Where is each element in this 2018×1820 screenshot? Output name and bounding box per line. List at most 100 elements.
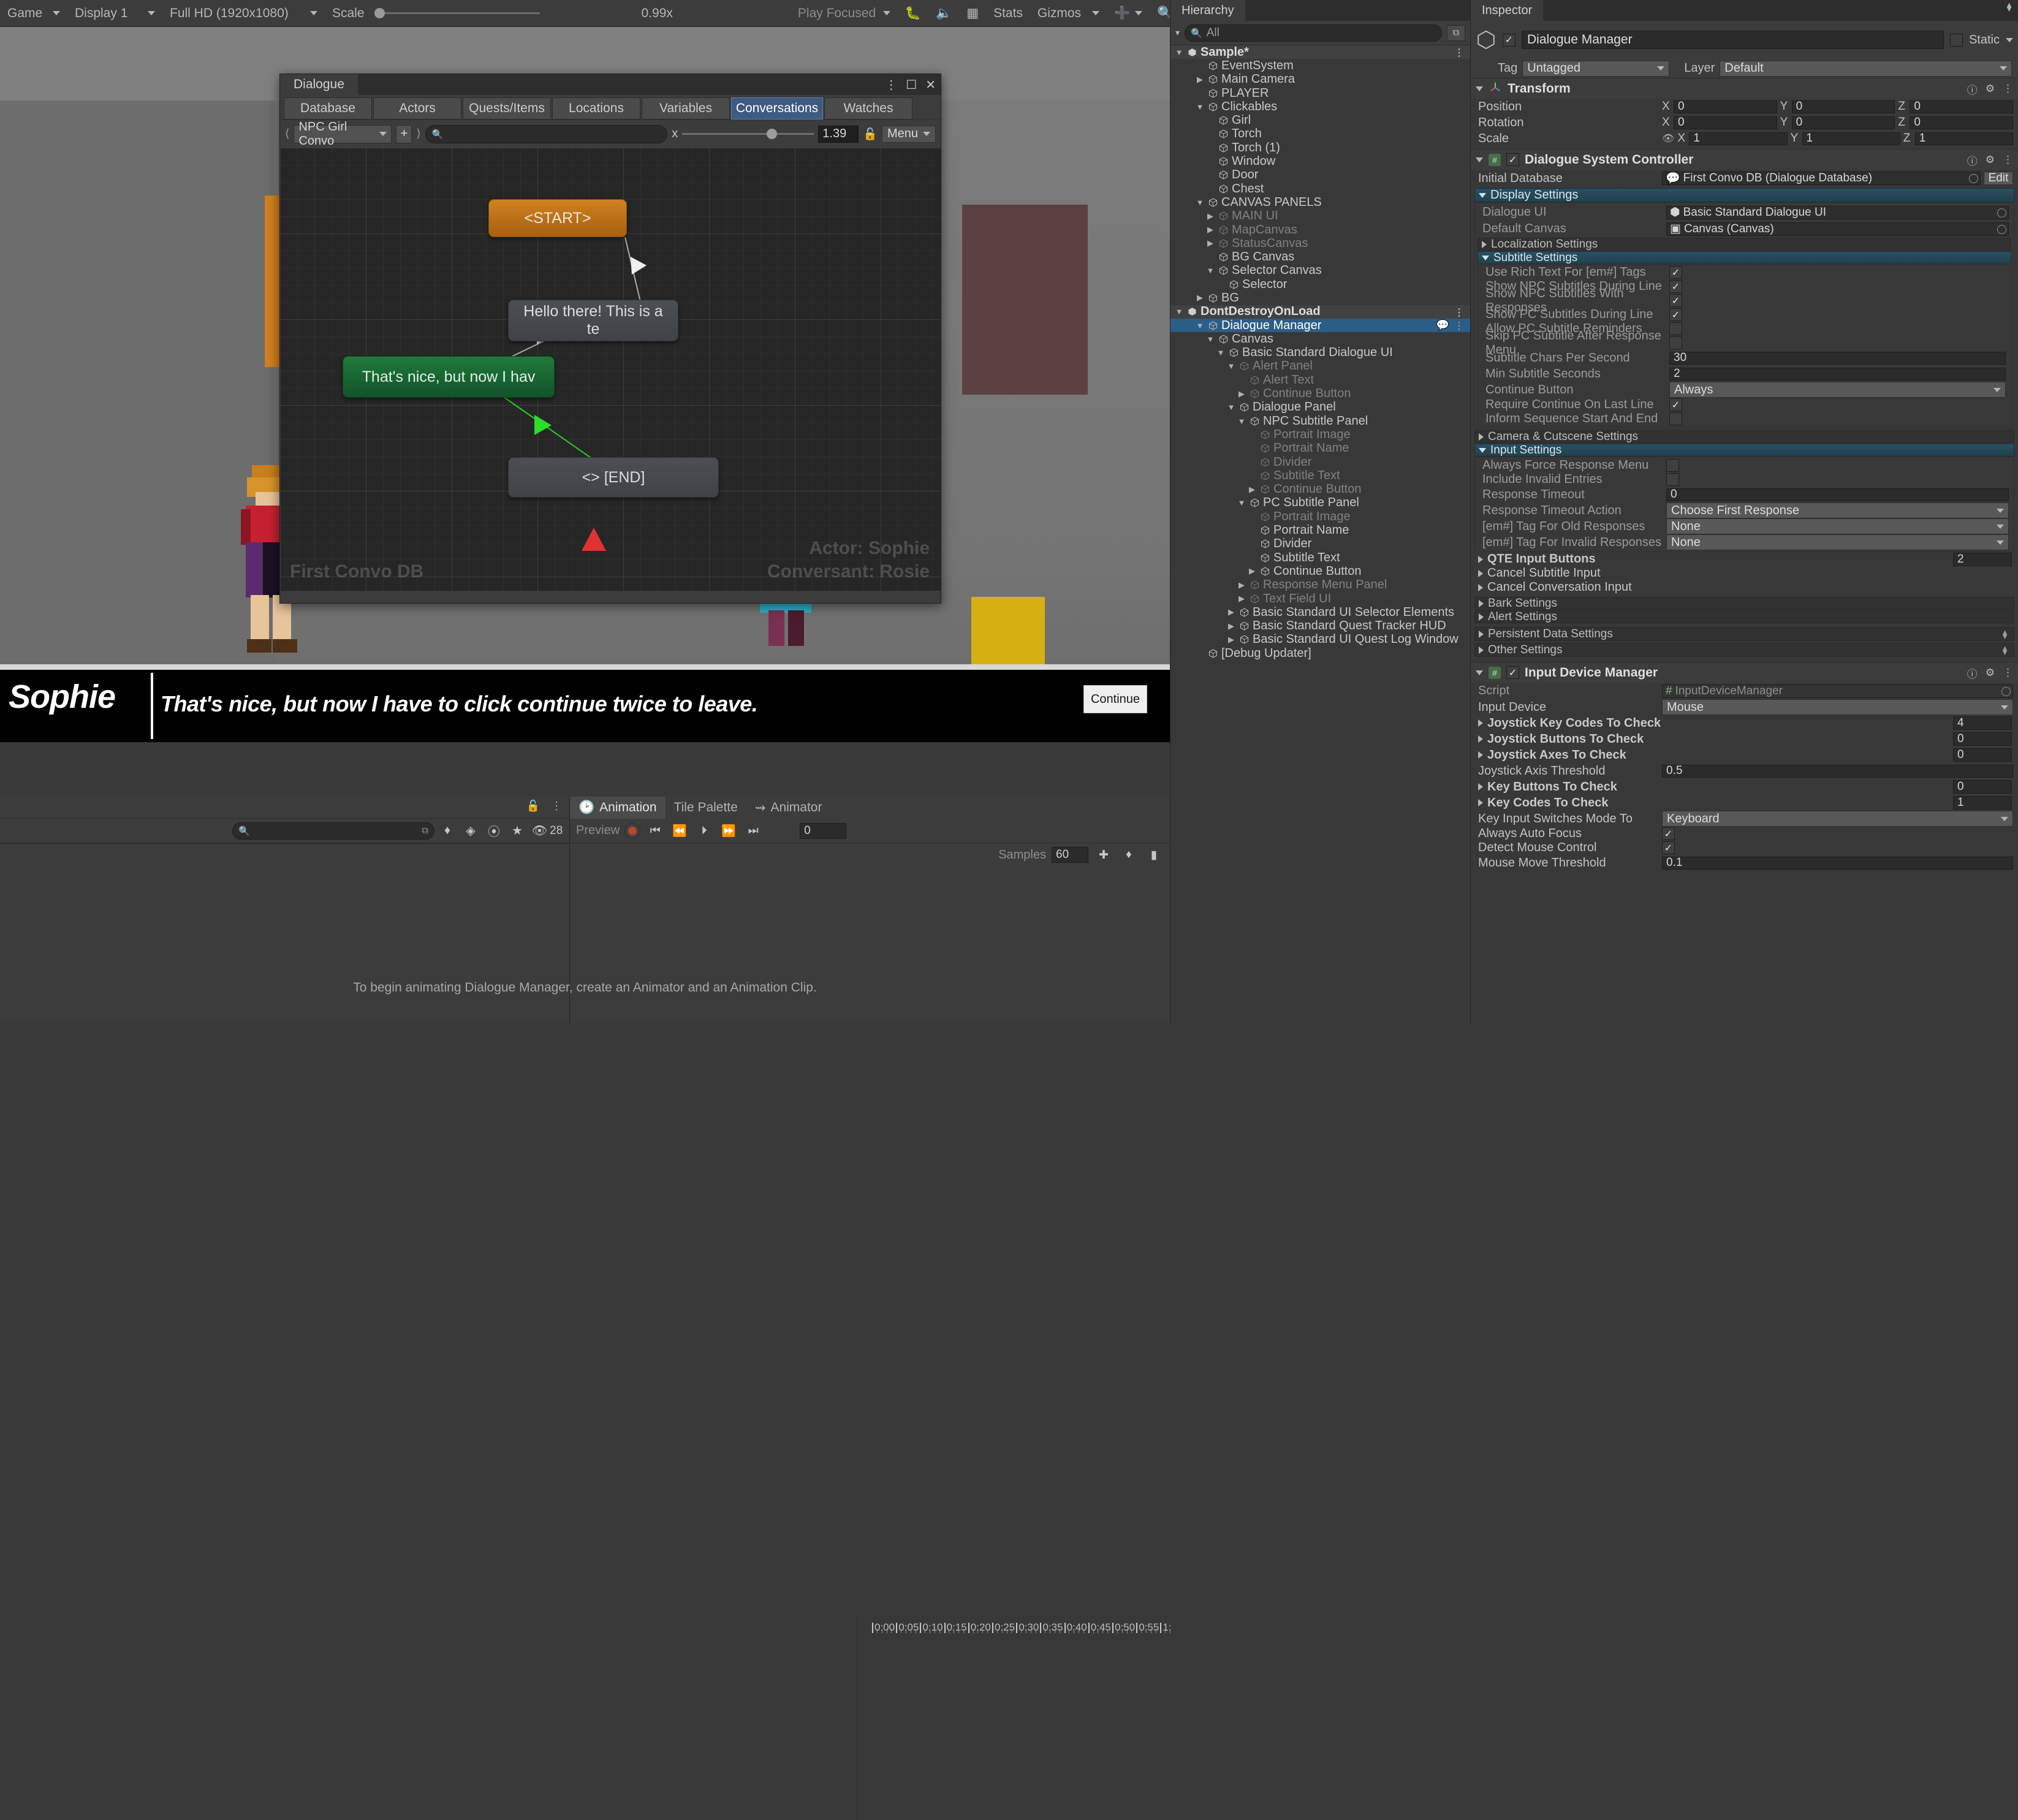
static-checkbox[interactable]: [1949, 33, 1963, 47]
foldout-persistent-data-settings[interactable]: Persistent Data Settings ▲ ▼: [1474, 627, 2014, 641]
filter-by-type-icon[interactable]: ♦: [437, 822, 458, 840]
twirl-down-icon[interactable]: ▼: [1195, 102, 1205, 112]
kebab-menu-icon[interactable]: ⋮: [551, 800, 562, 813]
position-x-field[interactable]: 0: [1674, 100, 1777, 113]
object-picker-icon[interactable]: [1997, 224, 2006, 234]
foldout-arrow-icon[interactable]: [1476, 157, 1483, 162]
hierarchy-row[interactable]: ▶ BG: [1170, 291, 1470, 305]
hierarchy-tree[interactable]: ▼ Sample* ⋮ EventSystem ▶ Main Camera PLAYER ▼ C…: [1170, 45, 1470, 661]
twirl-down-icon[interactable]: ▼: [1226, 403, 1236, 412]
twirl-down-icon[interactable]: ▼: [1237, 498, 1246, 507]
hierarchy-row[interactable]: ▼ Clickables: [1170, 100, 1470, 113]
array-size-field[interactable]: 1: [1953, 796, 2012, 810]
hierarchy-row[interactable]: ▼ PC Subtitle Panel: [1170, 496, 1470, 510]
array-size-field[interactable]: 4: [1953, 716, 2012, 730]
object-picker-icon[interactable]: [1969, 174, 1978, 183]
property-checkbox[interactable]: [1666, 459, 1679, 472]
component-enabled-checkbox[interactable]: [1506, 153, 1519, 166]
kebab-menu-icon[interactable]: ⋮: [2003, 667, 2013, 679]
array-size-field[interactable]: 0: [1953, 780, 2012, 794]
hierarchy-row[interactable]: Girl: [1170, 113, 1470, 127]
tab-animation[interactable]: 🕑 Animation: [570, 797, 666, 819]
property-checkbox[interactable]: [1662, 827, 1675, 840]
property-checkbox[interactable]: [1669, 412, 1682, 425]
twirl-right-icon[interactable]: ▶: [1247, 566, 1257, 576]
foldout-qte-input-buttons[interactable]: QTE Input Buttons 2: [1471, 552, 2018, 566]
game-view-dropdown[interactable]: Game: [0, 0, 67, 27]
hierarchy-row[interactable]: Portrait Name: [1170, 441, 1470, 455]
hierarchy-row[interactable]: Portrait Image: [1170, 510, 1470, 523]
node-pc-line[interactable]: That's nice, but now I hav: [343, 356, 555, 398]
hierarchy-row[interactable]: ▼ Sample* ⋮: [1170, 45, 1470, 59]
hierarchy-row[interactable]: Subtitle Text: [1170, 551, 1470, 564]
hierarchy-row[interactable]: ▶ Basic Standard UI Selector Elements: [1170, 605, 1470, 619]
hierarchy-row[interactable]: Selector: [1170, 278, 1470, 291]
kebab-menu-icon[interactable]: ⋮: [2003, 83, 2013, 95]
hierarchy-row[interactable]: ▼ Selector Canvas: [1170, 264, 1470, 278]
tab-conversations[interactable]: Conversations: [731, 97, 823, 119]
twirl-down-icon[interactable]: ▼: [1195, 198, 1205, 207]
hierarchy-row[interactable]: PLAYER: [1170, 86, 1470, 100]
foldout-localization-settings[interactable]: Localization Settings: [1477, 238, 2011, 251]
foldout-cancel-conversation-input[interactable]: Cancel Conversation Input: [1471, 580, 2018, 594]
twirl-right-icon[interactable]: ▶: [1237, 594, 1246, 604]
twirl-right-icon[interactable]: ▶: [1237, 580, 1246, 590]
property-checkbox[interactable]: [1669, 266, 1682, 279]
filter-warning-icon[interactable]: ⦿: [484, 822, 504, 840]
tab-quests-items[interactable]: Quests/Items: [463, 97, 551, 119]
close-icon[interactable]: ✕: [925, 77, 936, 93]
reorder-icon[interactable]: ▲ ▼: [2001, 644, 2009, 656]
node-search-input[interactable]: 🔍: [425, 124, 668, 143]
property-checkbox[interactable]: [1669, 308, 1682, 321]
hierarchy-row[interactable]: ▶ Basic Standard Quest Tracker HUD: [1170, 619, 1470, 632]
hierarchy-row[interactable]: Torch: [1170, 127, 1470, 141]
hierarchy-menu-icon[interactable]: ▾: [1175, 28, 1180, 38]
twirl-right-icon[interactable]: ▶: [1226, 621, 1236, 631]
twirl-down-icon[interactable]: ▼: [1237, 417, 1246, 426]
property-dropdown[interactable]: Mouse: [1662, 699, 2013, 715]
add-keyframe-icon[interactable]: ♦: [1119, 846, 1139, 863]
twirl-right-icon[interactable]: ▶: [1195, 75, 1205, 85]
hierarchy-row[interactable]: ▼ Alert Panel: [1170, 359, 1470, 373]
hierarchy-row[interactable]: ▶ MAIN UI: [1170, 209, 1470, 223]
foldout-arrow-icon[interactable]: [1476, 86, 1483, 91]
hierarchy-row[interactable]: ▼ Dialogue Manager 💬 ⋮: [1170, 319, 1470, 333]
kebab-menu-icon[interactable]: ⋮: [1454, 320, 1465, 332]
hierarchy-row[interactable]: BG Canvas: [1170, 250, 1470, 264]
property-dropdown[interactable]: None: [1666, 518, 2009, 534]
foldout-arrow-icon[interactable]: [1478, 783, 1483, 791]
property-checkbox[interactable]: [1669, 398, 1682, 411]
tab-watches[interactable]: Watches: [824, 97, 912, 119]
hierarchy-row[interactable]: ▶ Continue Button: [1170, 387, 1470, 400]
object-picker-icon[interactable]: [1997, 208, 2006, 218]
dialogue-ui-field[interactable]: ⬢ Basic Standard Dialogue UI: [1666, 205, 2009, 219]
property-text-field[interactable]: 0.1: [1662, 856, 2013, 870]
node-start[interactable]: <START>: [488, 199, 627, 237]
foldout-subtitle-settings[interactable]: Subtitle Settings: [1477, 251, 2011, 264]
filter-by-label-icon[interactable]: ◈: [460, 822, 481, 840]
kebab-menu-icon[interactable]: ⋮: [1454, 306, 1465, 319]
hierarchy-row[interactable]: Chest: [1170, 182, 1470, 195]
prev-conversation-icon[interactable]: ⟨: [285, 127, 289, 141]
property-checkbox[interactable]: [1669, 280, 1682, 293]
tab-hierarchy[interactable]: Hierarchy: [1170, 0, 1245, 21]
twirl-down-icon[interactable]: ▼: [1195, 321, 1205, 330]
first-frame-button[interactable]: ⏮: [645, 822, 665, 840]
preset-icon[interactable]: ⚙: [1986, 83, 1995, 95]
foldout-other-settings[interactable]: Other Settings ▲ ▼: [1474, 643, 2014, 657]
display-dropdown[interactable]: Display 1: [67, 0, 162, 27]
kebab-menu-icon[interactable]: ⋮: [885, 77, 897, 93]
play-button[interactable]: ⏵: [694, 822, 714, 840]
expand-search-icon[interactable]: ⧉: [422, 825, 428, 836]
record-button[interactable]: [624, 822, 641, 839]
hierarchy-row[interactable]: Window: [1170, 154, 1470, 168]
twirl-down-icon[interactable]: ▼: [1174, 307, 1184, 316]
hierarchy-row[interactable]: Portrait Image: [1170, 428, 1470, 441]
lock-icon[interactable]: 🔓: [526, 800, 540, 813]
twirl-down-icon[interactable]: ▼: [1205, 335, 1215, 344]
zoom-value-field[interactable]: 1.39: [818, 125, 859, 143]
add-conversation-button[interactable]: +: [396, 124, 412, 143]
hierarchy-row[interactable]: ▶ Main Camera: [1170, 72, 1470, 86]
hierarchy-row[interactable]: ▼ NPC Subtitle Panel: [1170, 414, 1470, 428]
position-y-field[interactable]: 0: [1791, 100, 1895, 113]
